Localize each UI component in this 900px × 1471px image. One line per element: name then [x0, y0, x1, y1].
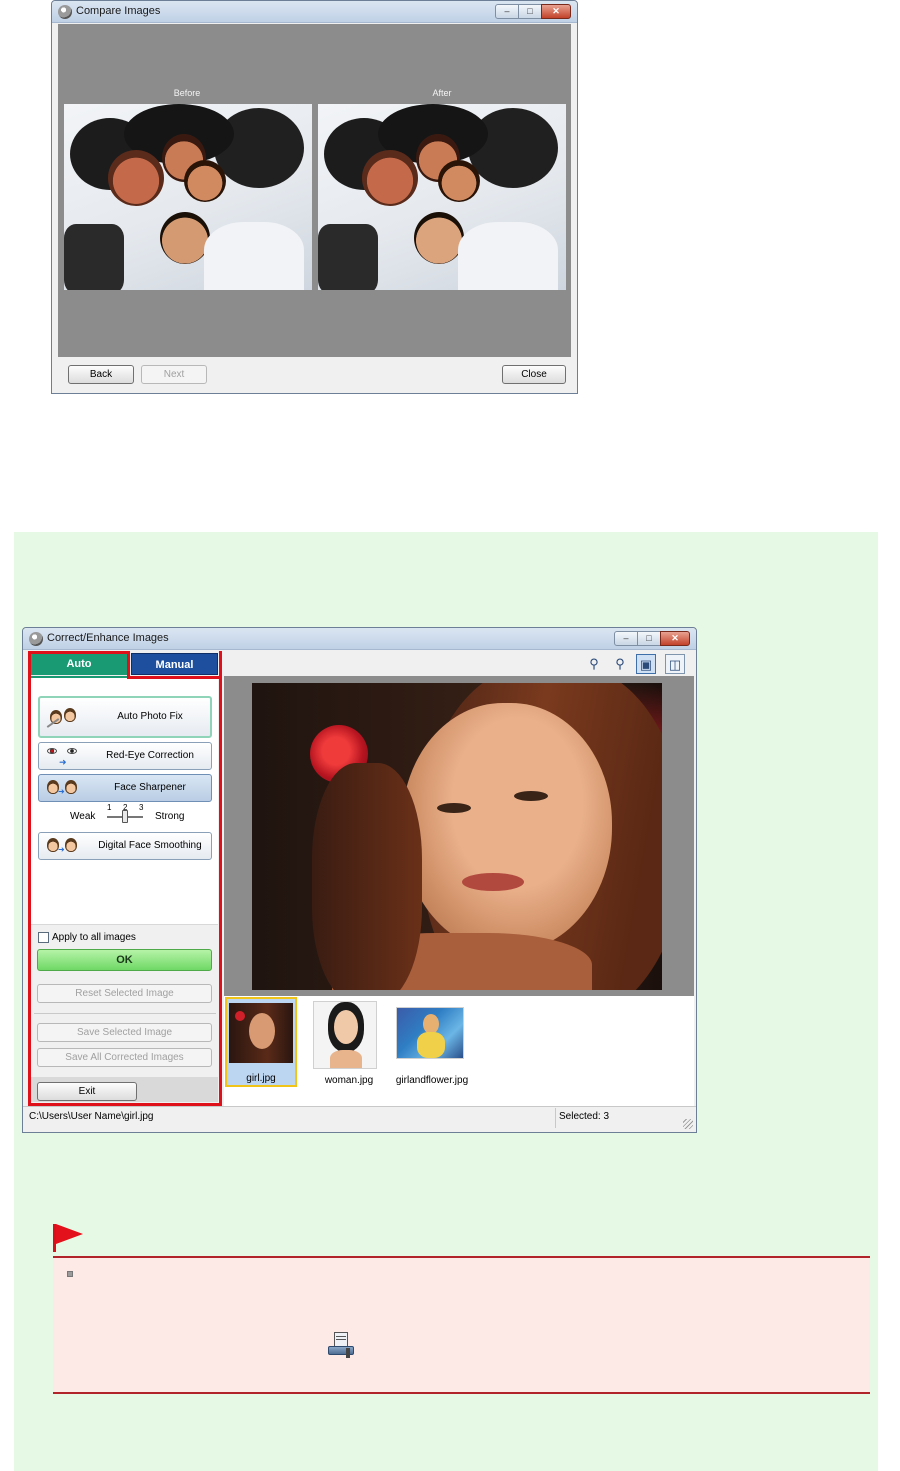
settings-tool-icon — [326, 1330, 356, 1360]
title-bar[interactable]: Compare Images – □ ✕ — [52, 1, 577, 23]
thumbnail-girlandflower[interactable]: girlandflower.jpg — [394, 997, 468, 1087]
resize-grip-icon[interactable] — [683, 1119, 693, 1129]
thumbnail-girl-label: girl.jpg — [246, 1073, 276, 1084]
close-icon[interactable]: ✕ — [541, 4, 571, 19]
back-button[interactable]: Back — [68, 365, 134, 384]
title-bar[interactable]: Correct/Enhance Images – □ ✕ — [23, 628, 696, 650]
square-bullet-icon — [67, 1271, 73, 1277]
after-image — [318, 104, 566, 290]
zoom-in-icon[interactable]: ⚲ — [584, 654, 604, 674]
status-selected-count: Selected: 3 — [559, 1111, 610, 1122]
highlight-frame-mid — [127, 676, 222, 679]
minimize-icon[interactable]: – — [495, 4, 519, 19]
before-label: Before — [173, 88, 201, 98]
highlight-frame-top-right — [127, 651, 130, 679]
close-icon[interactable]: ✕ — [660, 631, 690, 646]
app-icon — [29, 632, 43, 646]
next-button[interactable]: Next — [141, 365, 207, 384]
thumbnail-girlandflower-image — [396, 1007, 464, 1059]
highlight-frame-top — [28, 651, 130, 654]
preview-image — [252, 683, 662, 990]
app-icon — [58, 5, 72, 19]
close-button[interactable]: Close — [502, 365, 566, 384]
status-file-path: C:\Users\User Name\girl.jpg — [29, 1111, 154, 1122]
highlight-frame — [28, 651, 222, 1106]
maximize-icon[interactable]: □ — [637, 631, 661, 646]
thumbnail-woman[interactable]: woman.jpg — [309, 997, 381, 1087]
before-image — [64, 104, 312, 290]
thumbnail-woman-label: woman.jpg — [324, 1075, 374, 1086]
after-label: After — [432, 88, 452, 98]
window-title: Correct/Enhance Images — [47, 632, 169, 644]
thumbnail-girl-image — [229, 1003, 293, 1063]
thumbnail-girlandflower-label: girlandflower.jpg — [395, 1075, 469, 1086]
window-title: Compare Images — [76, 5, 161, 17]
zoom-out-icon[interactable]: ⚲ — [610, 654, 630, 674]
compare-images-window: Compare Images – □ ✕ Before After Back N… — [51, 0, 578, 394]
compare-view-icon[interactable]: ◫ — [665, 654, 685, 674]
status-divider — [555, 1108, 556, 1128]
whole-image-view-icon[interactable]: ▣ — [636, 654, 656, 674]
maximize-icon[interactable]: □ — [518, 4, 542, 19]
minimize-icon[interactable]: – — [614, 631, 638, 646]
note-box — [53, 1256, 870, 1394]
red-flag-icon — [53, 1224, 83, 1252]
thumbnail-woman-image — [313, 1001, 377, 1069]
thumbnail-girl[interactable]: girl.jpg — [225, 997, 297, 1087]
